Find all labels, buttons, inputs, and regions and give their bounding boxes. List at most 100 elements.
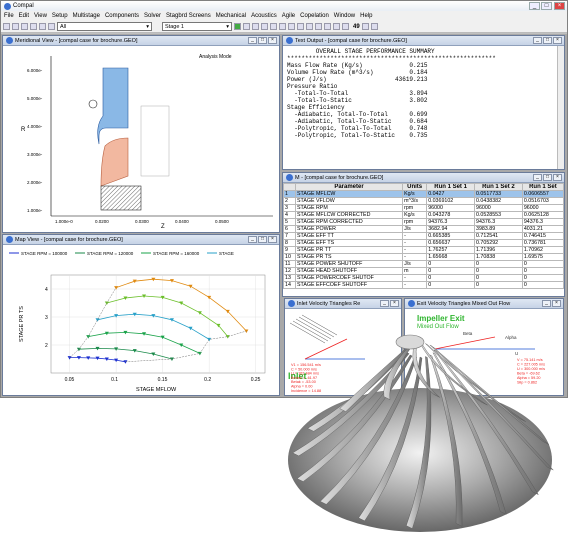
table-cell[interactable]: 6 — [283, 225, 296, 233]
table-cell[interactable]: STAGE HEAD SHUTOFF — [294, 267, 404, 275]
column-header[interactable]: Parameter — [294, 183, 404, 191]
paste-icon[interactable] — [48, 23, 55, 30]
settings-icon[interactable] — [306, 23, 313, 30]
table-cell[interactable]: 1.65668 — [426, 253, 476, 261]
table-cell[interactable]: 3983.89 — [474, 225, 523, 233]
table-cell[interactable]: 1.71396 — [474, 246, 523, 254]
table-cell[interactable]: 4031.21 — [521, 225, 564, 233]
table-row[interactable]: 7 STAGE EFF TT -0.665385 0.712541 0.746415 — [283, 232, 564, 240]
table-cell[interactable]: Kg/s — [402, 190, 428, 198]
zoom-icon[interactable] — [297, 23, 304, 30]
table-row[interactable]: 5 STAGE RPM CORRECTED rpm 94376.3 94376.3 943… — [283, 218, 564, 226]
table-cell[interactable]: 14 — [283, 281, 296, 289]
export-icon[interactable] — [315, 23, 322, 30]
close-icon[interactable]: × — [552, 300, 561, 307]
table-row[interactable]: 3 STAGE RPM rpm 96000 96000 96000 — [283, 204, 564, 212]
table-cell[interactable]: 1.69575 — [521, 253, 564, 261]
column-header[interactable]: Run 1 Set — [521, 183, 564, 191]
stop-icon[interactable] — [243, 23, 250, 30]
table-cell[interactable]: 9 — [283, 246, 296, 254]
run-icon[interactable] — [234, 23, 241, 30]
calc-icon[interactable] — [252, 23, 259, 30]
table-row[interactable]: 10 STAGE PR TS -1.65668 1.70838 1.69575 — [283, 253, 564, 261]
menu-item-file[interactable]: File — [4, 13, 14, 19]
minimize-icon[interactable]: _ — [248, 37, 257, 44]
table-cell[interactable]: 0 — [474, 267, 523, 275]
table-cell[interactable]: STAGE EFFCOEF SHUTOFF — [294, 281, 404, 289]
close-button[interactable]: × — [554, 2, 565, 10]
new-file-icon[interactable] — [3, 23, 10, 30]
table-row[interactable]: 8 STAGE EFF TS -0.656637 0.705292 0.736781 — [283, 239, 564, 247]
table-cell[interactable]: 0.746415 — [521, 232, 564, 240]
table-cell[interactable]: 0.0369102 — [426, 197, 476, 205]
cut-icon[interactable] — [30, 23, 37, 30]
table-cell[interactable]: 1.70838 — [474, 253, 523, 261]
table-cell[interactable]: 0.043278 — [426, 211, 476, 219]
copy-icon[interactable] — [39, 23, 46, 30]
table-cell[interactable]: J/s — [402, 225, 428, 233]
menu-item-acoustics[interactable]: Acoustics — [251, 13, 277, 19]
text-scrollbar[interactable] — [557, 46, 564, 169]
table-cell[interactable]: m — [402, 267, 428, 275]
table-cell[interactable]: 0.712541 — [474, 232, 523, 240]
table-cell[interactable]: STAGE POWER SHUTOFF — [294, 260, 404, 268]
minimize-icon[interactable]: _ — [542, 300, 551, 307]
print-icon[interactable] — [324, 23, 331, 30]
table-cell[interactable]: 0.665385 — [426, 232, 476, 240]
stage-select[interactable]: Stage 1 ▾ — [162, 22, 232, 31]
table-cell[interactable]: m^3/s — [402, 197, 428, 205]
table-cell[interactable]: 0.736781 — [521, 239, 564, 247]
menu-item-mechanical[interactable]: Mechanical — [216, 13, 246, 19]
meridional-canvas[interactable]: Analysis Mode 6.000e- 5.000e- 4.000e- 3.000… — [3, 46, 279, 232]
table-cell[interactable]: STAGE MFLCW — [294, 190, 404, 198]
table-cell[interactable]: 0.0606557 — [521, 190, 564, 198]
menu-item-components[interactable]: Components — [105, 13, 139, 19]
table-row[interactable]: 11 STAGE POWER SHUTOFF J/s 0 0 0 — [283, 260, 564, 268]
map-chart[interactable]: 2 3 4 0.05 0.1 0.15 0.2 0.25 STAGE MFLOW STAGE PR… — [3, 245, 279, 395]
table-cell[interactable]: 0 — [426, 274, 476, 282]
table-cell[interactable]: rpm — [402, 204, 428, 212]
table-cell[interactable]: 12 — [283, 267, 296, 275]
table-cell[interactable]: 0 — [474, 260, 523, 268]
table-icon[interactable] — [279, 23, 286, 30]
minimize-icon[interactable]: _ — [380, 300, 389, 307]
menu-item-copelation[interactable]: Copelation — [300, 13, 329, 19]
table-cell[interactable]: 8 — [283, 239, 296, 247]
column-header[interactable]: Run 1 Set 1 — [426, 183, 476, 191]
menu-item-multistage[interactable]: Multistage — [73, 13, 100, 19]
table-cell[interactable]: 96000 — [474, 204, 523, 212]
close-icon[interactable]: × — [268, 236, 277, 243]
table-cell[interactable]: 0.705292 — [474, 239, 523, 247]
menu-item-stagbrd-screens[interactable]: Stagbrd Screens — [166, 13, 211, 19]
table-cell[interactable]: 4 — [283, 211, 296, 219]
table-cell[interactable]: 94376.3 — [426, 218, 476, 226]
close-icon[interactable]: × — [553, 174, 562, 181]
menu-item-view[interactable]: View — [34, 13, 47, 19]
tile-icon[interactable] — [370, 23, 378, 30]
table-row[interactable]: 4 STAGE MFLCW CORRECTED Kg/s 0.043278 0.0528… — [283, 211, 564, 219]
table-cell[interactable]: 0.0625128 — [521, 211, 564, 219]
table-cell[interactable]: 0 — [521, 260, 564, 268]
table-row[interactable]: 6 STAGE POWER J/s 3682.94 3983.89 4031.21 — [283, 225, 564, 233]
menu-item-setup[interactable]: Setup — [52, 13, 68, 19]
column-header[interactable]: Run 1 Set 2 — [474, 183, 523, 191]
table-cell[interactable]: 0 — [474, 281, 523, 289]
table-row[interactable]: 12 STAGE HEAD SHUTOFF m 0 0 0 — [283, 267, 564, 275]
table-cell[interactable]: 13 — [283, 274, 296, 282]
table-cell[interactable]: Kg/s — [402, 211, 428, 219]
table-cell[interactable]: - — [402, 253, 428, 261]
table-cell[interactable]: 3 — [283, 204, 296, 212]
minimize-icon[interactable]: _ — [533, 174, 542, 181]
table-row[interactable]: 13 STAGE POWERCOEF SHUTOF -0 0 0 — [283, 274, 564, 282]
table-cell[interactable]: 0 — [426, 267, 476, 275]
table-cell[interactable]: 7 — [283, 232, 296, 240]
table-cell[interactable]: 96000 — [521, 204, 564, 212]
table-cell[interactable]: STAGE POWER — [294, 225, 404, 233]
column-header[interactable] — [283, 183, 296, 191]
table-cell[interactable]: 0 — [426, 260, 476, 268]
table-cell[interactable]: 0.0517733 — [474, 190, 523, 198]
close-icon[interactable]: × — [553, 37, 562, 44]
table-cell[interactable]: - — [402, 232, 428, 240]
table-cell[interactable]: STAGE EFF TS — [294, 239, 404, 247]
table-cell[interactable]: 96000 — [426, 204, 476, 212]
